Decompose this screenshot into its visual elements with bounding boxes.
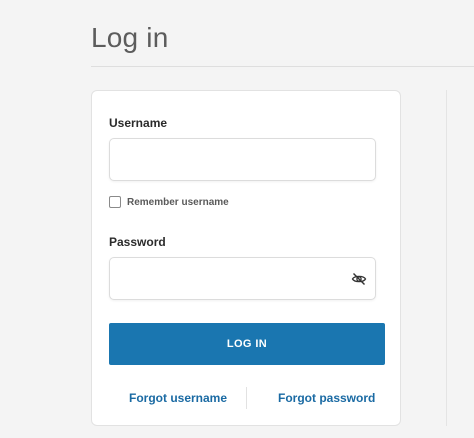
remember-username-row[interactable]: Remember username (109, 195, 229, 209)
forgot-password-link[interactable]: Forgot password (278, 391, 375, 405)
username-input[interactable] (110, 139, 330, 180)
page-title: Log in (91, 22, 169, 53)
forgot-links-row: Forgot username Forgot password (92, 387, 402, 409)
password-field-wrapper (109, 257, 376, 300)
title-divider (91, 66, 474, 67)
right-panel-divider (446, 90, 447, 426)
username-label: Username (109, 116, 168, 130)
password-label: Password (109, 235, 166, 249)
eye-slash-icon[interactable] (351, 271, 367, 287)
login-button[interactable]: LOG IN (109, 323, 385, 365)
forgot-username-link[interactable]: Forgot username (129, 391, 227, 405)
login-card: Username Remember username Password LOG … (91, 90, 401, 426)
password-input[interactable] (110, 258, 330, 299)
remember-username-checkbox[interactable] (109, 196, 121, 208)
remember-username-label[interactable]: Remember username (127, 197, 229, 208)
username-field-wrapper (109, 138, 376, 181)
links-divider (246, 387, 247, 409)
